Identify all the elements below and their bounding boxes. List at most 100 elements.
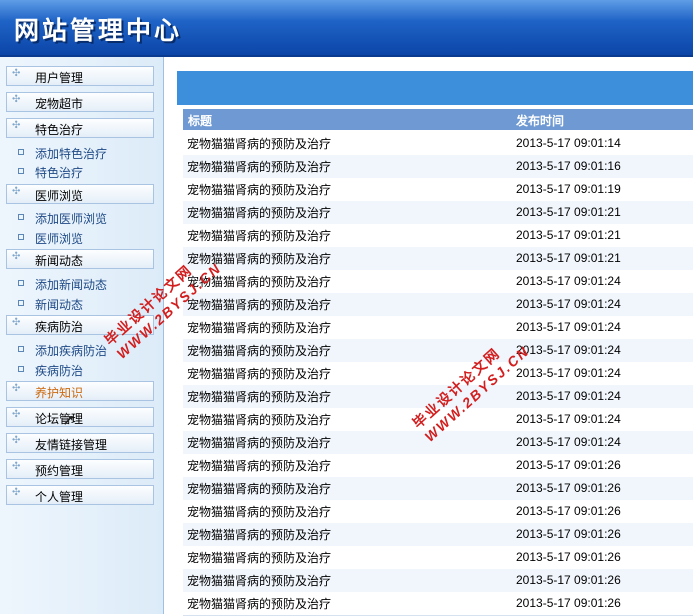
table-row[interactable]: 宠物猫猫肾病的预防及治疗 2013-5-17 09:01:26: [183, 546, 693, 570]
sidebar-sub-special-treatment[interactable]: 特色治疗: [18, 163, 158, 181]
row-date: 2013-5-17 09:01:26: [516, 550, 621, 564]
row-date: 2013-5-17 09:01:24: [516, 389, 621, 403]
sidebar-item-special-treatment[interactable]: ✣ 特色治疗: [6, 118, 154, 138]
row-date: 2013-5-17 09:01:19: [516, 182, 621, 196]
row-date: 2013-5-17 09:01:21: [516, 228, 621, 242]
row-date: 2013-5-17 09:01:26: [516, 481, 621, 495]
row-title-link[interactable]: 宠物猫猫肾病的预防及治疗: [187, 181, 331, 198]
row-date: 2013-5-17 09:01:21: [516, 205, 621, 219]
sidebar-sub-disease-prevention[interactable]: 疾病防治: [18, 361, 158, 379]
content-panel: 标题 发布时间 宠物猫猫肾病的预防及治疗 2013-5-17 09:01:14 宠物…: [177, 71, 693, 616]
bullet-icon: ✣: [12, 94, 21, 105]
row-title-link[interactable]: 宠物猫猫肾病的预防及治疗: [187, 135, 331, 152]
sidebar-item-appointments[interactable]: ✣ 预约管理: [6, 459, 154, 479]
row-title-link[interactable]: 宠物猫猫肾病的预防及治疗: [187, 388, 331, 405]
square-bullet-icon: [18, 300, 24, 306]
table-row[interactable]: 宠物猫猫肾病的预防及治疗 2013-5-17 09:01:26: [183, 523, 693, 547]
row-date: 2013-5-17 09:01:26: [516, 596, 621, 610]
table-row[interactable]: 宠物猫猫肾病的预防及治疗 2013-5-17 09:01:24: [183, 293, 693, 317]
sidebar-item-forum[interactable]: ✣ 论坛管理: [6, 407, 154, 427]
row-title-link[interactable]: 宠物猫猫肾病的预防及治疗: [187, 526, 331, 543]
sidebar-item-personal[interactable]: ✣ 个人管理: [6, 485, 154, 505]
square-bullet-icon: [18, 214, 24, 220]
sidebar-sub-add-news[interactable]: 添加新闻动态: [18, 275, 158, 293]
row-title-link[interactable]: 宠物猫猫肾病的预防及治疗: [187, 342, 331, 359]
square-bullet-icon: [18, 366, 24, 372]
sidebar-sub-add-special-treatment[interactable]: 添加特色治疗: [18, 144, 158, 162]
table-row[interactable]: 宠物猫猫肾病的预防及治疗 2013-5-17 09:01:26: [183, 592, 693, 616]
row-title-link[interactable]: 宠物猫猫肾病的预防及治疗: [187, 549, 331, 566]
table-row[interactable]: 宠物猫猫肾病的预防及治疗 2013-5-17 09:01:26: [183, 500, 693, 524]
bullet-icon: ✣: [12, 383, 21, 394]
sidebar-item-pet-market[interactable]: ✣ 宠物超市: [6, 92, 154, 112]
row-title-link[interactable]: 宠物猫猫肾病的预防及治疗: [187, 480, 331, 497]
row-title-link[interactable]: 宠物猫猫肾病的预防及治疗: [187, 503, 331, 520]
row-date: 2013-5-17 09:01:21: [516, 251, 621, 265]
table-row[interactable]: 宠物猫猫肾病的预防及治疗 2013-5-17 09:01:21: [183, 201, 693, 225]
row-title-link[interactable]: 宠物猫猫肾病的预防及治疗: [187, 595, 331, 612]
table-header: 标题 发布时间: [183, 109, 693, 130]
row-date: 2013-5-17 09:01:24: [516, 435, 621, 449]
row-title-link[interactable]: 宠物猫猫肾病的预防及治疗: [187, 365, 331, 382]
table-row[interactable]: 宠物猫猫肾病的预防及治疗 2013-5-17 09:01:26: [183, 477, 693, 501]
bullet-icon: ✣: [12, 186, 21, 197]
sidebar-sub-doctor-browse[interactable]: 医师浏览: [18, 229, 158, 247]
square-bullet-icon: [18, 234, 24, 240]
bullet-icon: ✣: [12, 317, 21, 328]
bullet-icon: ✣: [12, 120, 21, 131]
bullet-icon: ✣: [12, 251, 21, 262]
row-date: 2013-5-17 09:01:24: [516, 320, 621, 334]
row-date: 2013-5-17 09:01:16: [516, 159, 621, 173]
content-top-bar: [177, 71, 693, 105]
row-title-link[interactable]: 宠物猫猫肾病的预防及治疗: [187, 319, 331, 336]
row-title-link[interactable]: 宠物猫猫肾病的预防及治疗: [187, 296, 331, 313]
sidebar-item-users[interactable]: ✣ 用户管理: [6, 66, 154, 86]
square-bullet-icon: [18, 346, 24, 352]
row-date: 2013-5-17 09:01:26: [516, 504, 621, 518]
table-row[interactable]: 宠物猫猫肾病的预防及治疗 2013-5-17 09:01:24: [183, 316, 693, 340]
table-row[interactable]: 宠物猫猫肾病的预防及治疗 2013-5-17 09:01:24: [183, 339, 693, 363]
row-title-link[interactable]: 宠物猫猫肾病的预防及治疗: [187, 227, 331, 244]
row-title-link[interactable]: 宠物猫猫肾病的预防及治疗: [187, 434, 331, 451]
row-title-link[interactable]: 宠物猫猫肾病的预防及治疗: [187, 411, 331, 428]
app-title: 网站管理中心: [14, 16, 183, 45]
table-row[interactable]: 宠物猫猫肾病的预防及治疗 2013-5-17 09:01:26: [183, 454, 693, 478]
square-bullet-icon: [18, 280, 24, 286]
bullet-icon: ✣: [12, 461, 21, 472]
table-row[interactable]: 宠物猫猫肾病的预防及治疗 2013-5-17 09:01:26: [183, 569, 693, 593]
table-row[interactable]: 宠物猫猫肾病的预防及治疗 2013-5-17 09:01:24: [183, 270, 693, 294]
bullet-icon: ✣: [12, 487, 21, 498]
square-bullet-icon: [18, 168, 24, 174]
sidebar-sub-add-doctor-browse[interactable]: 添加医师浏览: [18, 209, 158, 227]
row-title-link[interactable]: 宠物猫猫肾病的预防及治疗: [187, 158, 331, 175]
row-title-link[interactable]: 宠物猫猫肾病的预防及治疗: [187, 204, 331, 221]
bullet-icon: ✣: [12, 68, 21, 79]
table-row[interactable]: 宠物猫猫肾病的预防及治疗 2013-5-17 09:01:14: [183, 132, 693, 156]
row-date: 2013-5-17 09:01:14: [516, 136, 621, 150]
bullet-icon: ✣: [12, 409, 21, 420]
bullet-icon: ✣: [12, 435, 21, 446]
row-title-link[interactable]: 宠物猫猫肾病的预防及治疗: [187, 572, 331, 589]
row-date: 2013-5-17 09:01:24: [516, 366, 621, 380]
row-date: 2013-5-17 09:01:26: [516, 458, 621, 472]
row-date: 2013-5-17 09:01:26: [516, 527, 621, 541]
app-header: 网站管理中心: [0, 0, 693, 57]
column-header-title: 标题: [188, 114, 213, 128]
row-date: 2013-5-17 09:01:24: [516, 297, 621, 311]
column-header-date: 发布时间: [516, 114, 565, 128]
sidebar-item-doctor-browse[interactable]: ✣ 医师浏览: [6, 184, 154, 204]
sidebar-item-links[interactable]: ✣ 友情链接管理: [6, 433, 154, 453]
table-row[interactable]: 宠物猫猫肾病的预防及治疗 2013-5-17 09:01:16: [183, 155, 693, 179]
row-date: 2013-5-17 09:01:24: [516, 274, 621, 288]
mouse-cursor-icon: ➚: [62, 410, 76, 429]
square-bullet-icon: [18, 149, 24, 155]
table-row[interactable]: 宠物猫猫肾病的预防及治疗 2013-5-17 09:01:21: [183, 247, 693, 271]
row-date: 2013-5-17 09:01:24: [516, 412, 621, 426]
table-row[interactable]: 宠物猫猫肾病的预防及治疗 2013-5-17 09:01:21: [183, 224, 693, 248]
sidebar-item-care-knowledge[interactable]: ✣ 养护知识: [6, 381, 154, 401]
table-row[interactable]: 宠物猫猫肾病的预防及治疗 2013-5-17 09:01:19: [183, 178, 693, 202]
sidebar-item-news[interactable]: ✣ 新闻动态: [6, 249, 154, 269]
table-row[interactable]: 宠物猫猫肾病的预防及治疗 2013-5-17 09:01:24: [183, 362, 693, 386]
row-title-link[interactable]: 宠物猫猫肾病的预防及治疗: [187, 457, 331, 474]
row-date: 2013-5-17 09:01:26: [516, 573, 621, 587]
